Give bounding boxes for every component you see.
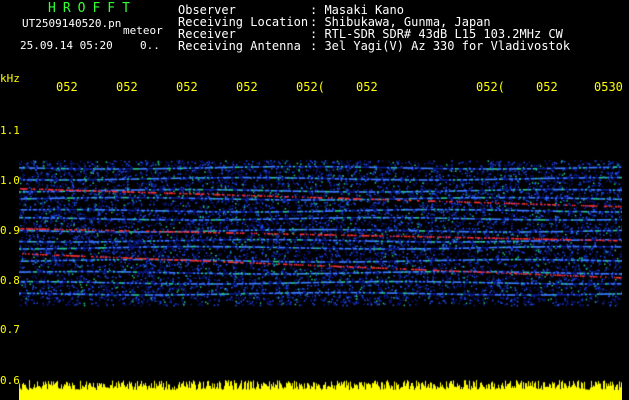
y-tick-label: 0.8 <box>0 274 20 287</box>
mode-label: meteor <box>123 24 163 37</box>
x-tick-label: 052 <box>116 80 138 94</box>
x-tick-label: 052( <box>476 80 505 94</box>
y-tick-label: 0.6 <box>0 374 20 387</box>
x-tick-label: 052( <box>296 80 325 94</box>
x-tick-label: 052 <box>356 80 378 94</box>
antenna-label: Receiving Antenna <box>178 39 301 53</box>
x-tick-label: 052 <box>536 80 558 94</box>
x-tick-label: 0530 <box>594 80 623 94</box>
x-tick-label: 052 <box>56 80 78 94</box>
x-tick-label: 052 <box>176 80 198 94</box>
file-name: UT2509140520.pn <box>22 17 122 30</box>
y-tick-label: 0.7 <box>0 323 20 336</box>
app-title: HROFFT <box>48 1 137 16</box>
y-tick-label: 1.1 <box>0 124 20 137</box>
antenna-value: : 3el Yagi(V) Az 330 for Vladivostok <box>310 39 571 53</box>
counter: 0.. <box>140 39 160 52</box>
x-tick-label: 052 <box>236 80 258 94</box>
y-tick-label: 1.0 <box>0 174 20 187</box>
spectrogram-display <box>19 100 622 400</box>
y-tick-label: 0.9 <box>0 224 20 237</box>
y-axis-unit: kHz <box>0 72 20 85</box>
date-time: 25.09.14 05:20 <box>20 39 113 52</box>
